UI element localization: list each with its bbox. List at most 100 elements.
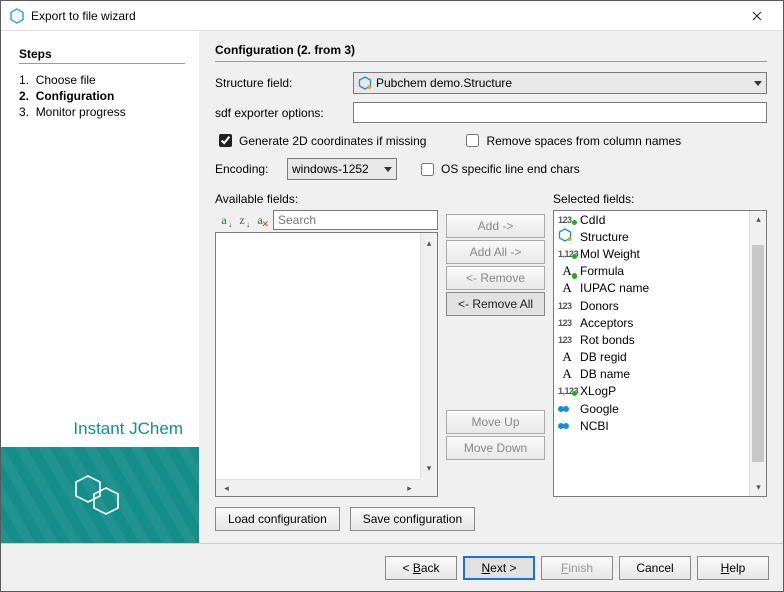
window-title: Export to file wizard [31,9,737,23]
list-item[interactable]: Google [554,400,749,417]
add-button[interactable]: Add -> [446,214,545,238]
steps-list: 1. Choose file 2. Configuration 3. Monit… [19,72,185,120]
text-type-icon: A [558,280,576,296]
brand-text: Instant JChem [1,419,199,447]
field-label: IUPAC name [580,281,649,295]
list-item[interactable]: 123 Acceptors [554,314,749,331]
list-item[interactable]: A DB name [554,366,749,383]
field-label: Mol Weight [580,247,640,261]
number-type-icon: 123 [558,318,576,328]
scrollbar-horizontal[interactable]: ◂ ▸ [216,479,420,496]
titlebar: Export to file wizard [1,1,783,31]
remove-button[interactable]: <- Remove [446,266,545,290]
configuration-panel: Configuration (2. from 3) Structure fiel… [199,31,783,543]
close-button[interactable] [737,1,777,30]
field-label: CdId [580,213,605,227]
save-configuration-button[interactable]: Save configuration [350,507,475,531]
help-button[interactable]: Help [697,556,769,580]
move-down-button[interactable]: Move Down [446,436,545,460]
selected-fields-label: Selected fields: [553,192,767,206]
list-item[interactable]: A IUPAC name [554,280,749,297]
wizard-footer: < Back Next > Finish Cancel Help [1,543,783,591]
next-button[interactable]: Next > [463,556,535,580]
text-type-icon: A [558,366,576,382]
scrollbar-vertical[interactable]: ▴ ▾ [749,211,766,496]
url-type-icon [558,406,576,412]
remove-spaces-checkbox-input[interactable] [466,134,479,147]
hex-logo-icon [70,472,130,518]
scroll-right-icon[interactable]: ▸ [401,480,418,497]
load-configuration-button[interactable]: Load configuration [215,507,340,531]
field-label: Structure [580,230,629,244]
remove-all-button[interactable]: <- Remove All [446,292,545,316]
add-all-button[interactable]: Add All -> [446,240,545,264]
list-item[interactable]: 123 Donors [554,297,749,314]
field-label: Acceptors [580,316,633,330]
remove-spaces-checkbox[interactable]: Remove spaces from column names [462,131,681,150]
search-input[interactable] [273,210,438,230]
chevron-down-icon [384,167,392,172]
list-item[interactable]: A DB regid [554,349,749,366]
field-label: Donors [580,299,619,313]
available-fields-label: Available fields: [215,192,438,206]
scroll-down-icon[interactable]: ▾ [750,479,767,496]
structure-icon [558,228,576,245]
back-button[interactable]: < Back [385,556,457,580]
scrollbar-thumb[interactable] [752,245,764,462]
chevron-down-icon [754,81,762,86]
close-icon [752,11,762,21]
field-label: DB regid [580,350,627,364]
structure-field-label: Structure field: [215,76,345,90]
generate-2d-checkbox-input[interactable] [219,134,232,147]
field-label: Rot bonds [580,333,635,347]
structure-icon [358,76,372,90]
os-line-end-checkbox-input[interactable] [421,163,434,176]
number-type-icon: 123 [558,301,576,311]
list-item[interactable]: Structure [554,228,749,245]
generate-2d-checkbox[interactable]: Generate 2D coordinates if missing [215,131,426,150]
steps-heading: Steps [19,47,185,61]
list-item[interactable]: NCBI [554,417,749,434]
scroll-down-icon[interactable]: ▾ [421,460,438,477]
encoding-label: Encoding: [215,162,279,176]
section-title: Configuration (2. from 3) [215,43,767,57]
url-type-icon [558,423,576,429]
step-item: 1. Choose file [19,72,185,88]
selected-fields-list[interactable]: 123CdIdStructure1,123Mol WeightAFormulaA… [553,210,767,497]
list-item[interactable]: 123 CdId [554,211,749,228]
available-fields-list[interactable]: ▴ ▾ ◂ ▸ [215,232,438,497]
divider [19,63,185,64]
sidebar: Steps 1. Choose file 2. Configuration 3.… [1,31,199,543]
divider [215,61,767,62]
os-line-end-checkbox[interactable]: OS specific line end chars [417,160,580,179]
field-label: DB name [580,367,630,381]
export-wizard-window: Export to file wizard Steps 1. Choose fi… [0,0,784,592]
brand-logo-panel [1,447,199,543]
scroll-up-icon[interactable]: ▴ [750,211,767,228]
scrollbar-vertical[interactable]: ▴ ▾ [420,233,437,479]
list-item[interactable]: 1,123 XLogP [554,383,749,400]
number-type-icon: 1,123 [558,386,576,396]
structure-field-select[interactable]: Pubchem demo.Structure [353,72,767,94]
list-item[interactable]: AFormula [554,263,749,280]
finish-button[interactable]: Finish [541,556,613,580]
encoding-select[interactable]: windows-1252 [287,158,397,180]
cancel-button[interactable]: Cancel [619,556,691,580]
text-type-icon: A [558,263,576,279]
step-item: 2. Configuration [19,88,185,104]
list-item[interactable]: 1,123Mol Weight [554,245,749,262]
app-icon [9,8,25,24]
clear-sort-button[interactable]: a✕ [251,211,269,229]
sdf-options-input[interactable] [353,102,767,123]
list-item[interactable]: 123 Rot bonds [554,331,749,348]
sort-asc-button[interactable]: a↓ [215,211,233,229]
field-label: XLogP [580,384,616,398]
move-up-button[interactable]: Move Up [446,410,545,434]
number-type-icon: 123 [558,335,576,345]
scroll-left-icon[interactable]: ◂ [218,480,235,497]
scroll-up-icon[interactable]: ▴ [421,235,438,252]
text-type-icon: A [558,349,576,365]
sort-desc-button[interactable]: z↓ [233,211,251,229]
number-type-icon: 123 [558,215,576,225]
dialog-body: Steps 1. Choose file 2. Configuration 3.… [1,31,783,543]
